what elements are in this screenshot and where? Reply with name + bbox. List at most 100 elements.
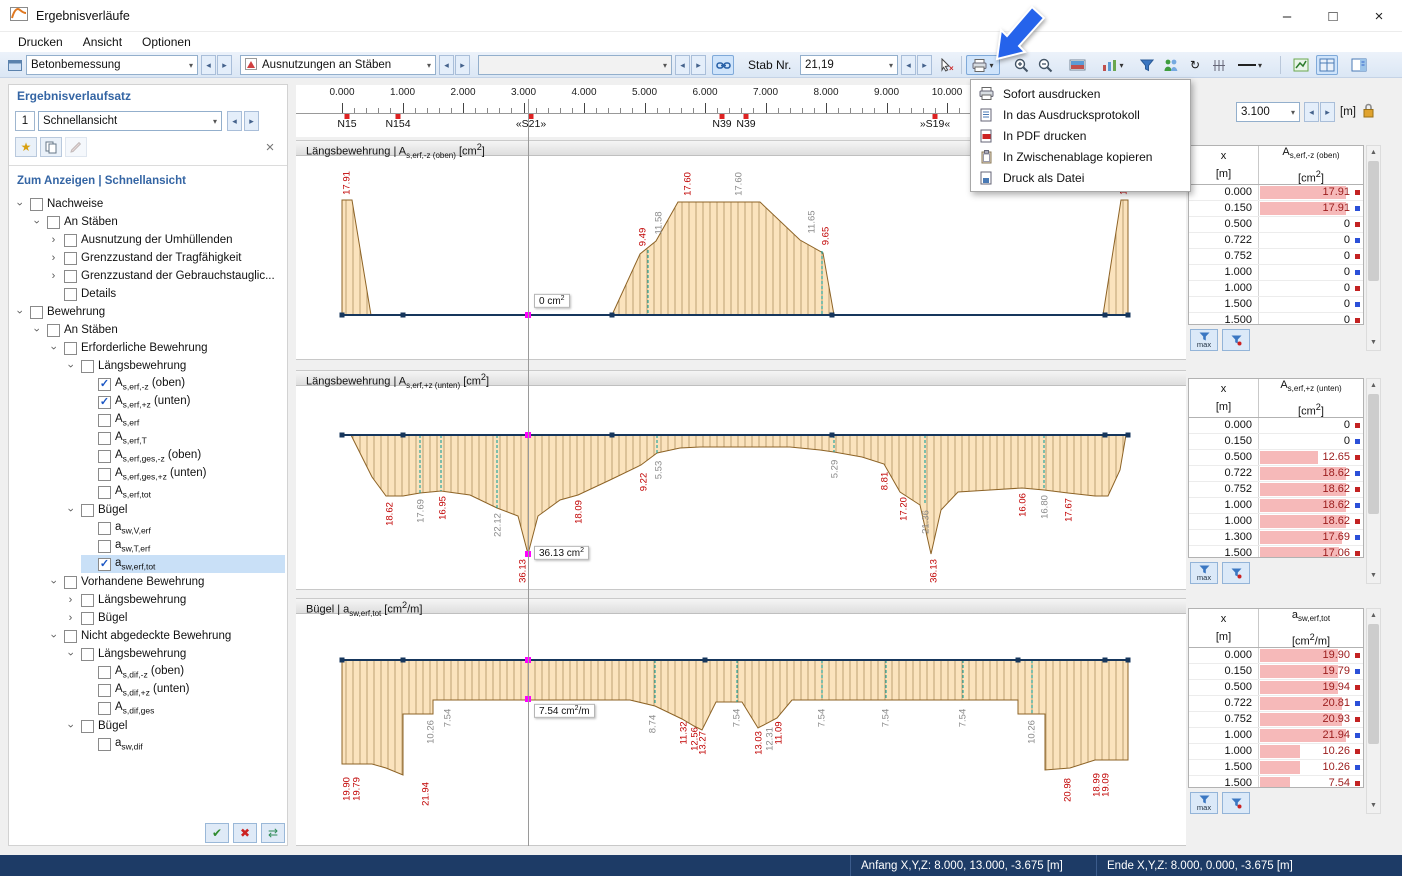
- result-cursor-line[interactable]: [528, 99, 529, 846]
- extra-combobox[interactable]: ▾: [478, 55, 672, 75]
- checkbox[interactable]: [30, 198, 43, 211]
- scroll-up-icon[interactable]: ▲: [1367, 609, 1380, 623]
- checkbox[interactable]: [98, 432, 111, 445]
- tree-item[interactable]: asw,V,erf: [11, 519, 285, 537]
- checkbox[interactable]: ✓: [98, 396, 111, 409]
- filter-max-button[interactable]: max: [1190, 792, 1218, 814]
- tree-item[interactable]: ›Längsbewehrung: [11, 357, 285, 375]
- delete-set-button[interactable]: ×: [259, 137, 281, 157]
- table-row[interactable]: 0.72218.62: [1189, 466, 1363, 482]
- collapse-icon[interactable]: ›: [14, 306, 26, 319]
- tree-item[interactable]: As,erf,T: [11, 429, 285, 447]
- tree-item[interactable]: ✓As,erf,-z (oben): [11, 375, 285, 393]
- table-row[interactable]: 1.00021.94: [1189, 728, 1363, 744]
- set-number-box[interactable]: 1: [15, 111, 35, 131]
- stab-combobox[interactable]: 21,19▾: [800, 55, 898, 75]
- table-row[interactable]: 1.00018.62: [1189, 498, 1363, 514]
- tree-item[interactable]: ›Grenzzustand der Gebrauchstauglic...: [11, 267, 285, 285]
- edit-set-button[interactable]: [65, 137, 87, 157]
- scroll-down-icon[interactable]: ▼: [1367, 569, 1380, 583]
- module-prev-button[interactable]: ◂: [201, 55, 216, 75]
- link-toggle-button[interactable]: [712, 55, 734, 75]
- tree-item[interactable]: ✓asw,erf,tot: [11, 555, 285, 573]
- collapse-icon[interactable]: ›: [65, 360, 77, 373]
- zoom-in-button[interactable]: [1010, 55, 1032, 75]
- checkbox[interactable]: [98, 702, 111, 715]
- table-row[interactable]: 0.00017.91: [1189, 185, 1363, 201]
- result-prev-button[interactable]: ◂: [439, 55, 454, 75]
- print-menu-item[interactable]: In das Ausdrucksprotokoll: [971, 104, 1190, 125]
- panel-layout-button[interactable]: [1348, 55, 1370, 75]
- filter-button[interactable]: [1136, 55, 1158, 75]
- table-row[interactable]: 0.0000: [1189, 418, 1363, 434]
- table-scrollbar[interactable]: ▲▼: [1366, 145, 1381, 351]
- tree-item[interactable]: ›An Stäben: [11, 213, 285, 231]
- table-row[interactable]: 0.1500: [1189, 434, 1363, 450]
- extra-next-button[interactable]: ▸: [691, 55, 706, 75]
- table-row[interactable]: 0.75220.93: [1189, 712, 1363, 728]
- tree-item[interactable]: Details: [11, 285, 285, 303]
- panel-icon[interactable]: [4, 55, 26, 75]
- table-row[interactable]: 1.00010.26: [1189, 744, 1363, 760]
- position-next-button[interactable]: ▸: [1320, 102, 1335, 122]
- table-scrollbar[interactable]: ▲▼: [1366, 608, 1381, 814]
- menubar-item-ansicht[interactable]: Ansicht: [73, 33, 132, 51]
- collapse-icon[interactable]: ›: [65, 504, 77, 517]
- checkbox[interactable]: [81, 648, 94, 661]
- cancel-button[interactable]: ✖: [233, 823, 257, 843]
- table-row[interactable]: 1.50010.26: [1189, 760, 1363, 776]
- checkbox[interactable]: [47, 216, 60, 229]
- table-row[interactable]: 1.5000: [1189, 297, 1363, 313]
- print-menu-item[interactable]: Sofort ausdrucken: [971, 83, 1190, 104]
- tree-item[interactable]: asw,T,erf: [11, 537, 285, 555]
- checkbox[interactable]: [64, 576, 77, 589]
- tree-item[interactable]: ›Erforderliche Bewehrung: [11, 339, 285, 357]
- table-row[interactable]: 0.15017.91: [1189, 201, 1363, 217]
- set-prev-button[interactable]: ◂: [227, 111, 242, 131]
- table-row[interactable]: 0.15019.79: [1189, 664, 1363, 680]
- scroll-down-icon[interactable]: ▼: [1367, 336, 1380, 350]
- checkbox[interactable]: [81, 594, 94, 607]
- collapse-icon[interactable]: ›: [14, 198, 26, 211]
- checkbox[interactable]: [81, 360, 94, 373]
- module-combobox[interactable]: Betonbemessung▾: [26, 55, 198, 75]
- copy-set-button[interactable]: [40, 137, 62, 157]
- tree-item[interactable]: ›Vorhandene Bewehrung: [11, 573, 285, 591]
- collapse-icon[interactable]: ›: [31, 324, 43, 337]
- print-menu-item[interactable]: Druck als Datei: [971, 167, 1190, 188]
- checkbox[interactable]: [64, 342, 77, 355]
- transfer-button[interactable]: ⇄: [261, 823, 285, 843]
- checkbox[interactable]: [98, 738, 111, 751]
- tree-item[interactable]: ›Längsbewehrung: [11, 645, 285, 663]
- table-row[interactable]: 1.5000: [1189, 313, 1363, 325]
- tree-item[interactable]: ›Nicht abgedeckte Bewehrung: [11, 627, 285, 645]
- table-row[interactable]: 1.50017.06: [1189, 546, 1363, 558]
- checkbox[interactable]: ✓: [98, 378, 111, 391]
- table-row[interactable]: 0.7520: [1189, 249, 1363, 265]
- expand-icon[interactable]: ›: [47, 252, 60, 264]
- zoom-out-button[interactable]: [1034, 55, 1056, 75]
- tree-item[interactable]: As,dif,-z (oben): [11, 663, 285, 681]
- checkbox[interactable]: [98, 450, 111, 463]
- stab-next-button[interactable]: ▸: [917, 55, 932, 75]
- checkbox[interactable]: [98, 666, 111, 679]
- checkbox[interactable]: [98, 684, 111, 697]
- checkbox[interactable]: [98, 540, 111, 553]
- checkbox[interactable]: [64, 630, 77, 643]
- tree-item[interactable]: As,erf,tot: [11, 483, 285, 501]
- stab-prev-button[interactable]: ◂: [901, 55, 916, 75]
- table-row[interactable]: 0.50019.94: [1189, 680, 1363, 696]
- checkbox[interactable]: [98, 522, 111, 535]
- filter-extremes-button[interactable]: [1222, 329, 1250, 351]
- extra-prev-button[interactable]: ◂: [675, 55, 690, 75]
- minimize-button[interactable]: –: [1264, 0, 1310, 32]
- table-row[interactable]: 0.72220.81: [1189, 696, 1363, 712]
- collapse-icon[interactable]: ›: [65, 648, 77, 661]
- tree-item[interactable]: ✓As,erf,+z (unten): [11, 393, 285, 411]
- position-prev-button[interactable]: ◂: [1304, 102, 1319, 122]
- result-type-combobox[interactable]: Ausnutzungen an Stäben▾: [240, 55, 436, 75]
- lock-icon[interactable]: [1362, 102, 1375, 122]
- members-selection-icon[interactable]: [1160, 55, 1182, 75]
- set-next-button[interactable]: ▸: [244, 111, 259, 131]
- tree-item[interactable]: asw,dif: [11, 735, 285, 753]
